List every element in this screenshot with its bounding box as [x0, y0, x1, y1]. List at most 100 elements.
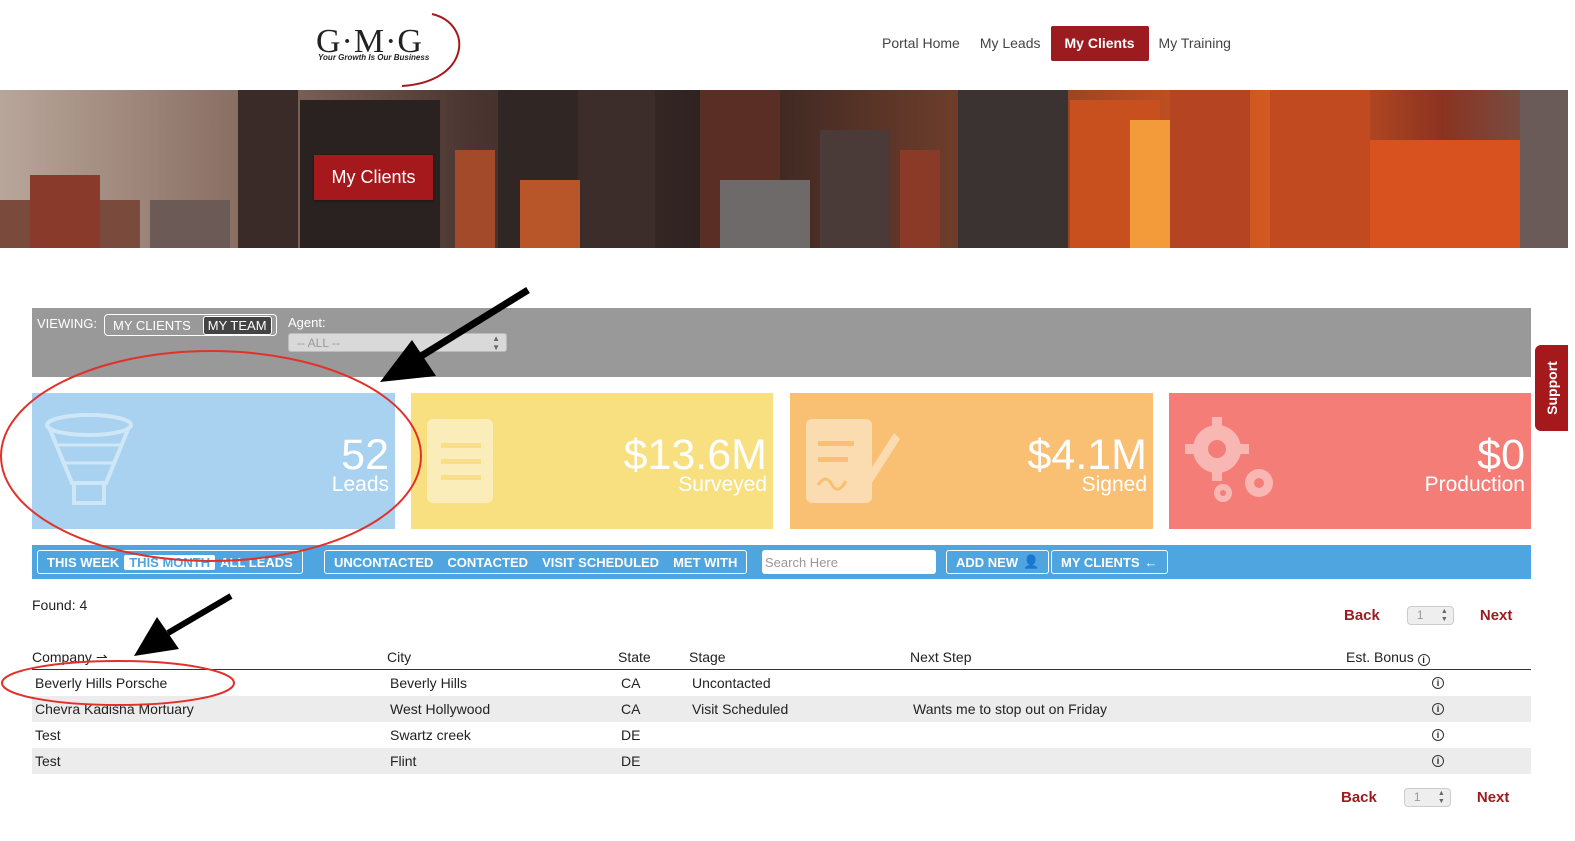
table-row[interactable]: Beverly Hills Porsche Beverly Hills CA U… — [32, 670, 1531, 696]
info-icon[interactable]: i — [1432, 755, 1444, 767]
cell-city: Swartz creek — [390, 727, 471, 743]
pager-top: Back 1 ▲ ▼ Next — [1344, 606, 1512, 625]
info-icon[interactable]: i — [1432, 677, 1444, 689]
signed-label: Signed — [1081, 473, 1147, 496]
info-icon[interactable]: i — [1432, 729, 1444, 741]
leads-label: Leads — [331, 473, 389, 496]
add-user-icon: 👤 — [1023, 554, 1040, 569]
pager-back-button[interactable]: Back — [1341, 789, 1377, 806]
toggle-my-team[interactable]: MY TEAM — [202, 315, 272, 335]
search-input[interactable] — [762, 550, 936, 574]
cell-company[interactable]: Test — [35, 727, 61, 743]
agent-label: Agent: — [288, 315, 326, 330]
agent-select-value: -- ALL -- — [297, 336, 340, 350]
support-label: Support — [1543, 361, 1560, 415]
page-select-value: 1 — [1416, 608, 1424, 622]
info-icon[interactable]: i — [1432, 703, 1444, 715]
viewing-toggle: MY CLIENTS MY TEAM — [104, 314, 277, 336]
funnel-icon — [45, 413, 133, 505]
pager-bottom: Back 1 ▲ ▼ Next — [1341, 788, 1509, 807]
surveyed-label: Surveyed — [678, 473, 767, 496]
col-company[interactable]: Company ⇀ — [32, 649, 108, 666]
filter-all-leads[interactable]: ALL LEADS — [215, 555, 298, 570]
logo-graphic: G·M·G Your Growth Is Our Business — [316, 13, 461, 87]
add-new-label: ADD NEW — [956, 554, 1019, 570]
cell-next-step: Wants me to stop out on Friday — [913, 701, 1108, 717]
viewing-label: VIEWING: — [37, 316, 97, 331]
pager-next-button[interactable]: Next — [1477, 789, 1510, 806]
gears-icon — [1185, 417, 1273, 502]
cell-stage: Visit Scheduled — [692, 701, 789, 717]
page-select-value: 1 — [1413, 790, 1421, 804]
cell-state: CA — [621, 701, 641, 717]
select-arrows-icon: ▲ ▼ — [1437, 790, 1445, 805]
svg-text:Your Growth Is Our Business: Your Growth Is Our Business — [318, 53, 430, 62]
select-arrows-icon: ▲ ▼ — [492, 334, 500, 352]
cell-company[interactable]: Beverly Hills Porsche — [35, 675, 167, 691]
nav-my-leads[interactable]: My Leads — [970, 26, 1051, 61]
table-row[interactable]: Test Swartz creek DE i — [32, 722, 1531, 748]
top-nav: Portal Home My Leads My Clients My Train… — [872, 26, 1241, 61]
col-city[interactable]: City — [387, 649, 411, 665]
support-tab[interactable]: Support — [1535, 345, 1568, 431]
col-stage[interactable]: Stage — [689, 649, 726, 665]
document-icon — [427, 419, 493, 503]
add-new-button[interactable]: ADD NEW 👤 — [946, 550, 1050, 574]
city-banner: My Clients — [0, 90, 1568, 248]
page-select[interactable]: 1 ▲ ▼ — [1403, 788, 1451, 807]
table-header: Company ⇀ City State Stage Next Step Est… — [32, 645, 1531, 670]
filter-this-month[interactable]: THIS MONTH — [124, 554, 216, 570]
production-label: Production — [1424, 473, 1525, 496]
my-clients-button[interactable]: MY CLIENTS ← — [1051, 550, 1168, 574]
gmg-logo[interactable]: G·M·G Your Growth Is Our Business — [312, 12, 472, 90]
cell-stage: Uncontacted — [692, 675, 771, 691]
filter-visit-scheduled[interactable]: VISIT SCHEDULED — [537, 555, 664, 570]
skyline-image — [0, 90, 1568, 248]
cell-city: Beverly Hills — [390, 675, 468, 691]
sort-icon: ⇀ — [95, 649, 108, 665]
viewing-bar: VIEWING: MY CLIENTS MY TEAM Agent: -- AL… — [32, 308, 1531, 377]
info-icon: i — [1417, 654, 1430, 666]
nav-my-clients[interactable]: My Clients — [1050, 26, 1149, 61]
filter-uncontacted[interactable]: UNCONTACTED — [329, 555, 438, 570]
nav-portal-home[interactable]: Portal Home — [872, 26, 970, 61]
cell-state: CA — [621, 675, 641, 691]
cell-company[interactable]: Test — [35, 753, 61, 769]
signed-document-icon — [806, 419, 900, 503]
cell-state: DE — [621, 753, 641, 769]
pager-next-button[interactable]: Next — [1480, 607, 1513, 624]
pager-back-button[interactable]: Back — [1344, 607, 1380, 624]
toggle-my-clients[interactable]: MY CLIENTS — [109, 317, 195, 334]
page-select[interactable]: 1 ▲ ▼ — [1406, 606, 1454, 625]
stage-filter-group: UNCONTACTED CONTACTED VISIT SCHEDULED ME… — [324, 550, 748, 574]
cell-company[interactable]: Chevra Kadisha Mortuary — [35, 701, 194, 717]
cell-state: DE — [621, 727, 641, 743]
col-company-label: Company — [32, 649, 92, 665]
nav-my-training[interactable]: My Training — [1149, 26, 1241, 61]
filter-contacted[interactable]: CONTACTED — [442, 555, 533, 570]
agent-select[interactable]: -- ALL -- ▲ ▼ — [288, 333, 507, 352]
col-est-bonus[interactable]: Est. Bonus i — [1346, 649, 1430, 666]
my-clients-label: MY CLIENTS — [1061, 554, 1140, 570]
col-state[interactable]: State — [618, 649, 651, 665]
col-next-step[interactable]: Next Step — [910, 649, 971, 665]
select-arrows-icon: ▲ ▼ — [1440, 608, 1448, 623]
table-row[interactable]: Test Flint DE i — [32, 748, 1531, 774]
clients-table: Company ⇀ City State Stage Next Step Est… — [32, 645, 1531, 774]
filter-this-week[interactable]: THIS WEEK — [42, 555, 124, 570]
stat-card-leads[interactable]: 52 Leads — [32, 393, 395, 529]
cell-city: Flint — [390, 753, 417, 769]
filter-bar: THIS WEEK THIS MONTH ALL LEADS UNCONTACT… — [32, 545, 1531, 579]
found-count: Found: 4 — [32, 597, 88, 613]
stat-card-signed[interactable]: $4.1M Signed — [790, 393, 1153, 529]
banner-title: My Clients — [314, 155, 433, 200]
stat-card-production[interactable]: $0 Production — [1169, 393, 1531, 529]
arrow-left-icon: ← — [1144, 554, 1158, 570]
table-row[interactable]: Chevra Kadisha Mortuary West Hollywood C… — [32, 696, 1531, 722]
page: G·M·G Your Growth Is Our Business Portal… — [0, 0, 1575, 841]
period-filter-group: THIS WEEK THIS MONTH ALL LEADS — [37, 550, 303, 574]
stat-card-surveyed[interactable]: $13.6M Surveyed — [411, 393, 773, 529]
col-est-bonus-label: Est. Bonus — [1346, 649, 1414, 665]
cell-city: West Hollywood — [390, 701, 491, 717]
filter-met-with[interactable]: MET WITH — [668, 555, 742, 570]
